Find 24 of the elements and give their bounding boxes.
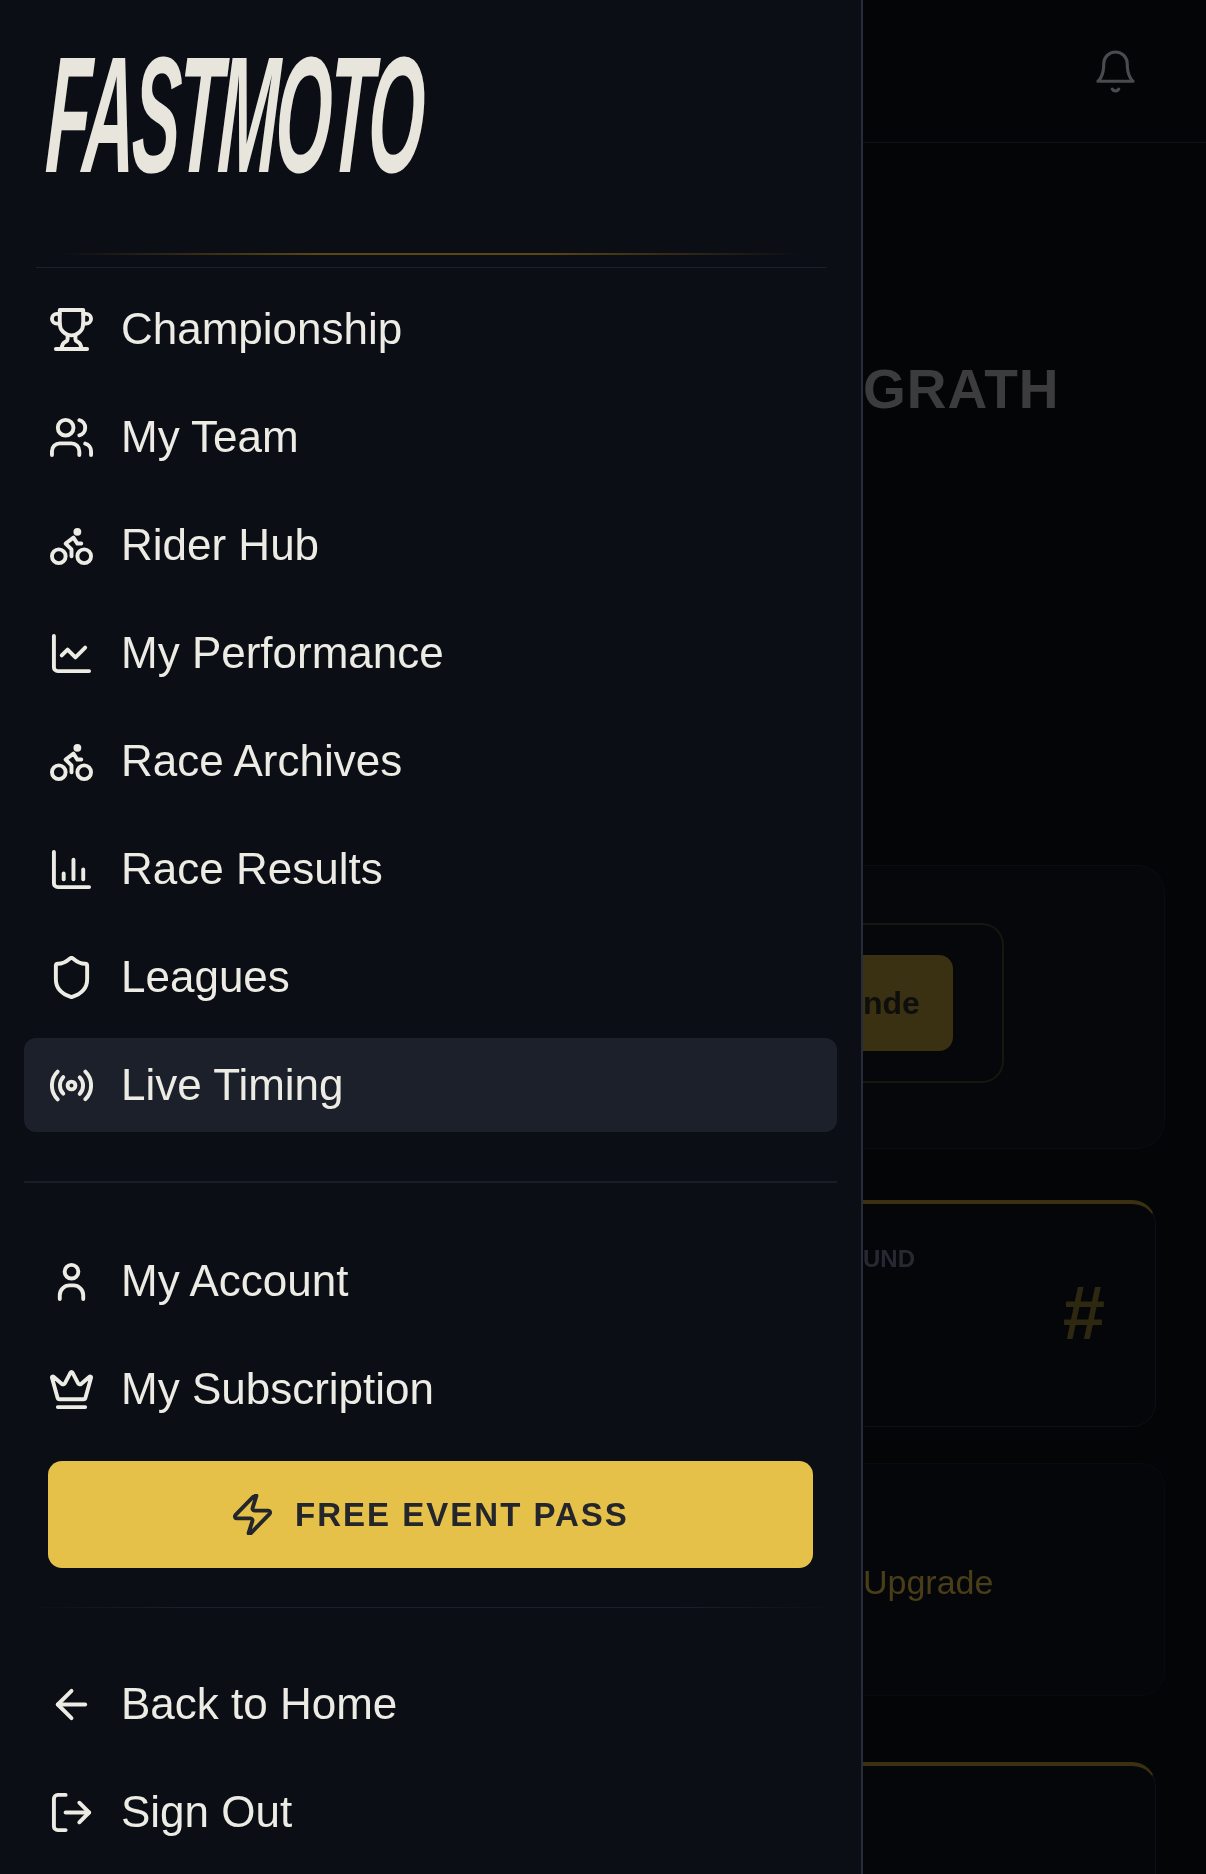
trophy-icon [50, 307, 93, 351]
notification-bell-icon[interactable] [1094, 49, 1137, 93]
hash-symbol: # [1062, 1275, 1105, 1351]
logo-text: FASTMOTO [44, 52, 425, 177]
bar-chart-icon [50, 847, 93, 891]
menu-item[interactable]: Rider Hub [24, 498, 837, 592]
users-icon [50, 415, 93, 459]
line-chart-icon [50, 631, 93, 675]
menu-item[interactable]: Live Timing [24, 1038, 837, 1132]
menu-item[interactable]: Back to Home [24, 1657, 837, 1751]
sign-out-icon [50, 1790, 93, 1834]
lightning-icon [232, 1494, 274, 1535]
menu-item[interactable]: Championship [24, 282, 837, 376]
menu-item[interactable]: My Team [24, 390, 837, 484]
menu-item[interactable]: Sign Out [24, 1765, 837, 1859]
menu-item[interactable]: Race Results [24, 822, 837, 916]
crown-icon [50, 1367, 93, 1411]
page-title: GRATH [863, 362, 1060, 417]
free-event-pass-button[interactable]: FREE EVENT PASS [48, 1461, 813, 1568]
menu-item[interactable]: Leagues [24, 930, 837, 1024]
menu-item[interactable]: My Subscription [24, 1342, 837, 1436]
menu-item[interactable]: My Account [24, 1234, 837, 1328]
menu-item[interactable]: My Performance [24, 606, 837, 700]
menu-item[interactable]: Race Archives [24, 714, 837, 808]
